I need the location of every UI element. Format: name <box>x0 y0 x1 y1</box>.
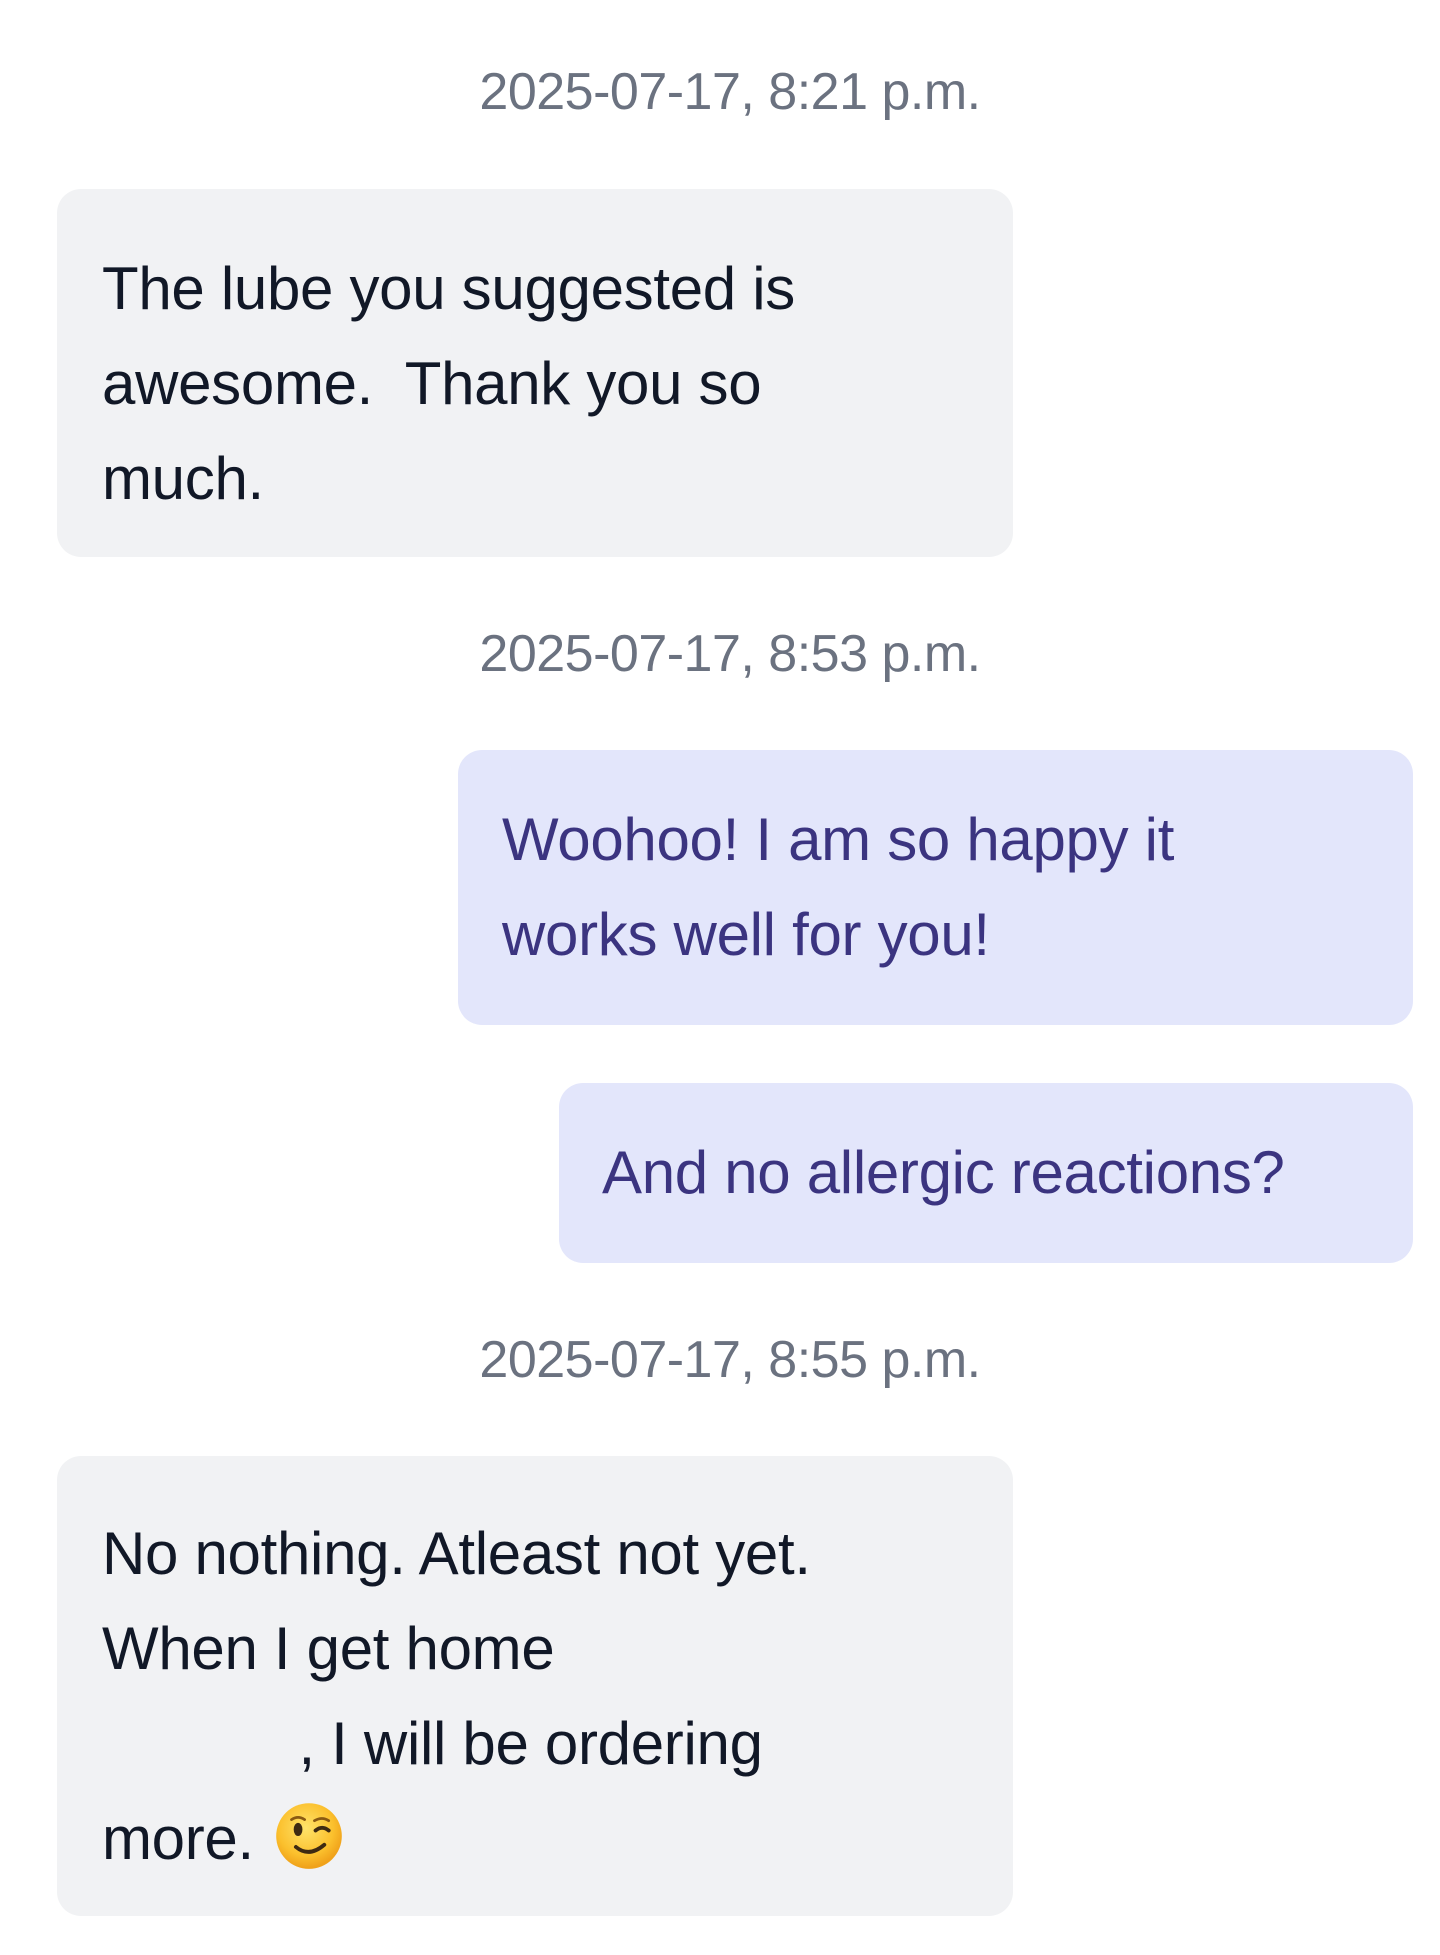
chat-thread: 2025-07-17, 8:21 p.m. The lube you sugge… <box>0 0 1440 1955</box>
message-text-line: more. <box>102 1791 1013 1886</box>
message-text-line: The lube you suggested is <box>102 255 795 322</box>
timestamp: 2025-07-17, 8:53 p.m. <box>479 625 981 683</box>
message-text-line: much. <box>102 445 264 512</box>
incoming-message-bubble[interactable]: No nothing. Atleast not yet. When I get … <box>57 1456 1013 1916</box>
message-text-line: Woohoo! I am so happy it <box>502 806 1175 873</box>
outgoing-message-bubble[interactable]: And no allergic reactions? <box>559 1083 1413 1263</box>
message-text: more. <box>102 1805 254 1872</box>
incoming-message-bubble[interactable]: The lube you suggested is awesome. Thank… <box>57 189 1013 557</box>
message-text-line: And no allergic reactions? <box>602 1139 1285 1206</box>
outgoing-message-bubble[interactable]: Woohoo! I am so happy it works well for … <box>458 750 1413 1025</box>
winking-face-emoji <box>276 1803 343 1869</box>
timestamp: 2025-07-17, 8:55 p.m. <box>479 1331 981 1389</box>
message-text-line: awesome. Thank you so <box>102 350 762 417</box>
timestamp: 2025-07-17, 8:21 p.m. <box>479 63 981 121</box>
message-text-line: No nothing. Atleast not yet. <box>102 1520 811 1587</box>
message-text-line: When I get home <box>102 1615 555 1682</box>
message-text-line: works well for you! <box>502 901 990 968</box>
message-text-line: , I will be ordering <box>102 1710 763 1777</box>
